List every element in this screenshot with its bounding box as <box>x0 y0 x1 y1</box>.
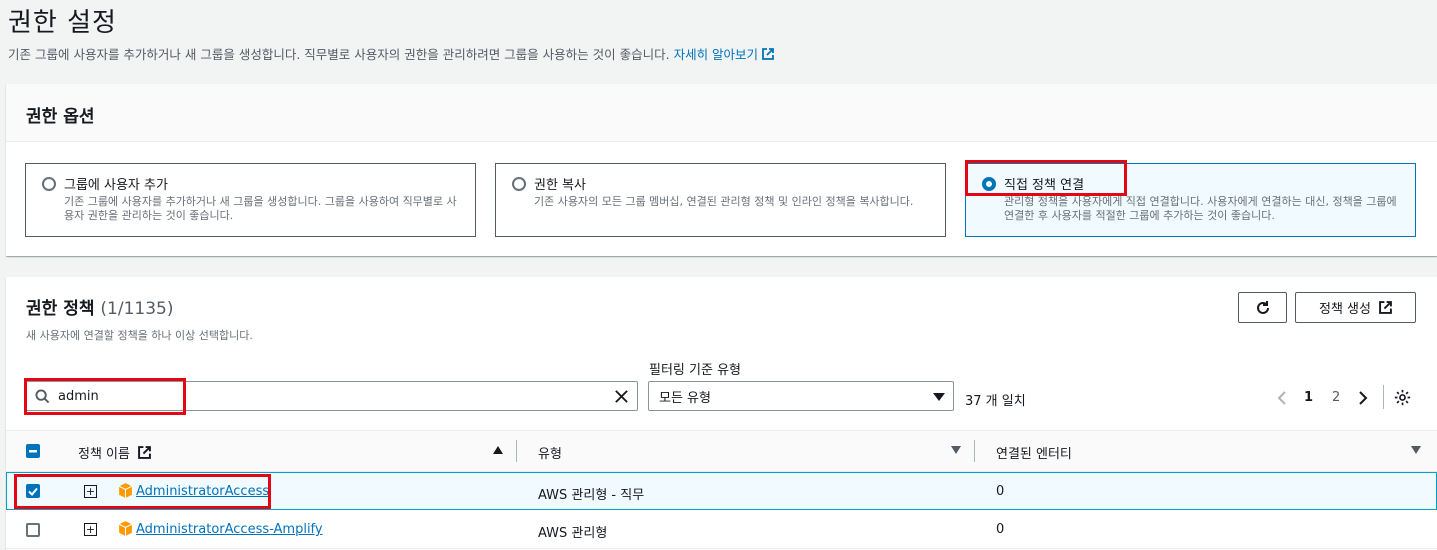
radio-add-to-group[interactable] <box>42 176 56 191</box>
chevron-left-icon[interactable] <box>1276 390 1288 406</box>
column-policy-name[interactable]: 정책 이름 <box>78 443 152 462</box>
create-policy-label: 정책 생성 <box>1319 302 1371 317</box>
policy-type: AWS 관리형 <box>538 526 608 541</box>
permission-options-header: 권한 옵션 <box>6 84 1437 142</box>
learn-more-label: 자세히 알아보기 <box>673 47 759 62</box>
column-divider <box>974 440 975 462</box>
radio-copy-permissions[interactable] <box>512 176 526 191</box>
policies-title: 권한 정책 (1/1135) <box>26 294 173 319</box>
option-copy-permissions[interactable]: 권한 복사 기존 사용자의 모든 그룹 멤버십, 연결된 관리형 정책 및 인라… <box>495 163 946 237</box>
option-attach-policies-title: 직접 정책 연결 <box>1004 178 1085 193</box>
check-icon <box>28 487 38 496</box>
page-description-text: 기존 그룹에 사용자를 추가하거나 새 그룹을 생성합니다. 직무별로 사용자의… <box>8 47 670 62</box>
permission-policies-panel: 권한 정책 (1/1135) 새 사용자에 연결할 정책을 하나 이상 선택합니… <box>6 277 1437 550</box>
refresh-icon <box>1256 300 1269 314</box>
row-checkbox[interactable] <box>26 484 40 498</box>
policy-search-input[interactable]: admin <box>24 381 638 411</box>
minus-icon <box>29 450 37 453</box>
match-count: 37 개 일치 <box>965 394 1026 409</box>
page-2[interactable]: 2 <box>1332 390 1340 405</box>
policy-entities: 0 <box>996 484 1005 499</box>
column-policy-name-label: 정책 이름 <box>78 447 130 462</box>
policies-description: 새 사용자에 연결할 정책을 하나 이상 선택합니다. <box>26 329 253 342</box>
filter-type-label: 필터링 기준 유형 <box>649 363 741 378</box>
column-attached-entities[interactable]: 연결된 엔터티 <box>996 443 1072 462</box>
permission-options-panel: 권한 옵션 그룹에 사용자 추가 기존 그룹에 사용자를 추가하거나 새 그룹을… <box>6 84 1437 256</box>
sort-desc-icon[interactable] <box>951 446 961 454</box>
package-cube-icon <box>118 483 133 498</box>
option-copy-permissions-desc: 기존 사용자의 모든 그룹 멤버십, 연결된 관리형 정책 및 인라인 정책을 … <box>534 195 914 208</box>
column-type[interactable]: 유형 <box>538 443 562 462</box>
search-icon <box>35 388 50 403</box>
option-attach-policies[interactable]: 직접 정책 연결 관리형 정책을 사용자에게 직접 연결합니다. 사용자에게 연… <box>965 163 1416 237</box>
external-link-icon <box>762 48 774 60</box>
settings-gear-icon[interactable] <box>1394 389 1411 406</box>
learn-more-link[interactable]: 자세히 알아보기 <box>674 47 774 62</box>
policy-entities: 0 <box>996 522 1005 537</box>
row-checkbox[interactable] <box>26 523 40 537</box>
create-policy-button[interactable]: 정책 생성 <box>1295 292 1416 323</box>
table-row[interactable]: + AdministratorAccess AWS 관리형 - 직무 0 <box>6 472 1437 510</box>
package-cube-icon <box>118 521 133 536</box>
policy-type: AWS 관리형 - 직무 <box>538 488 645 503</box>
option-add-to-group[interactable]: 그룹에 사용자 추가 기존 그룹에 사용자를 추가하거나 새 그룹을 생성합니다… <box>25 163 476 237</box>
option-copy-permissions-title: 권한 복사 <box>534 178 586 193</box>
external-link-icon <box>1379 301 1392 314</box>
policies-title-text: 권한 정책 <box>26 299 95 319</box>
option-add-to-group-title: 그룹에 사용자 추가 <box>64 178 168 193</box>
caret-down-icon <box>933 393 945 401</box>
expand-icon[interactable]: + <box>84 485 97 498</box>
refresh-button[interactable] <box>1238 292 1287 323</box>
type-filter-select[interactable]: 모든 유형 <box>648 381 954 411</box>
sort-desc-icon[interactable] <box>1411 446 1421 454</box>
chevron-right-icon[interactable] <box>1357 390 1369 406</box>
radio-attach-policies[interactable] <box>982 176 996 191</box>
page-description: 기존 그룹에 사용자를 추가하거나 새 그룹을 생성합니다. 직무별로 사용자의… <box>8 44 774 63</box>
expand-icon[interactable]: + <box>84 523 97 536</box>
select-all-checkbox[interactable] <box>26 444 40 458</box>
policy-name-link[interactable]: AdministratorAccess-Amplify <box>136 522 323 537</box>
page-1[interactable]: 1 <box>1304 390 1313 405</box>
column-divider <box>516 440 517 462</box>
policies-count: (1/1135) <box>100 299 174 319</box>
table-row[interactable]: + AdministratorAccess-Amplify AWS 관리형 0 <box>6 511 1437 549</box>
clear-icon[interactable] <box>614 389 629 404</box>
table-header: 정책 이름 유형 연결된 엔터티 <box>6 430 1437 472</box>
policy-name-link[interactable]: AdministratorAccess <box>136 484 269 499</box>
search-value: admin <box>58 388 99 404</box>
option-add-to-group-desc: 기존 그룹에 사용자를 추가하거나 새 그룹을 생성합니다. 그룹을 사용하여 … <box>64 195 457 222</box>
option-attach-policies-desc: 관리형 정책을 사용자에게 직접 연결합니다. 사용자에게 연결하는 대신, 정… <box>1004 195 1397 222</box>
external-link-icon <box>138 446 152 459</box>
sort-asc-icon[interactable] <box>493 446 503 454</box>
page-title: 권한 설정 <box>8 8 117 38</box>
type-filter-value: 모든 유형 <box>659 390 711 406</box>
pager-divider <box>1383 385 1384 409</box>
